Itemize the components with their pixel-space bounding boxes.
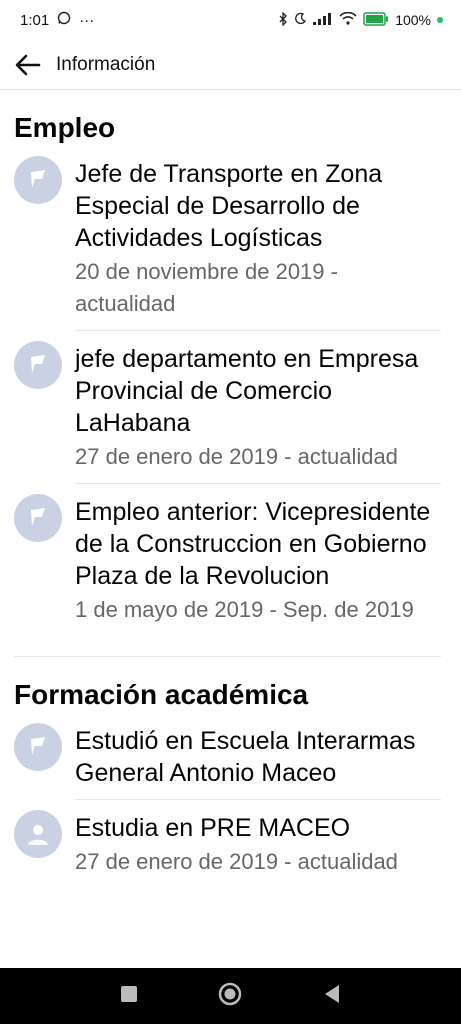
education-heading: Formación académica bbox=[14, 679, 309, 710]
more-notifications: ··· bbox=[79, 11, 95, 29]
square-icon bbox=[121, 985, 138, 1002]
employment-date: 20 de noviembre de 2019 - actualidad bbox=[75, 259, 338, 316]
recording-dot-icon bbox=[437, 17, 443, 23]
graduation-icon bbox=[14, 810, 62, 858]
employment-item[interactable]: Jefe de Transporte en Zona Especial de D… bbox=[14, 146, 461, 331]
flag-icon bbox=[14, 156, 62, 204]
employment-item[interactable]: jefe departamento en Empresa Provincial … bbox=[14, 331, 461, 484]
employment-title: Empleo anterior: Vicepresidente de la Co… bbox=[75, 498, 431, 590]
flag-icon bbox=[14, 494, 62, 542]
page-title: Información bbox=[56, 53, 156, 75]
employment-date: 1 de mayo de 2019 - Sep. de 2019 bbox=[75, 597, 414, 622]
recents-button[interactable] bbox=[120, 985, 138, 1008]
arrow-left-icon bbox=[15, 54, 41, 75]
education-item[interactable]: Estudió en Escuela Interarmas General An… bbox=[14, 713, 461, 800]
home-button[interactable] bbox=[218, 982, 242, 1011]
education-title: Estudia en PRE MACEO bbox=[75, 814, 351, 842]
moon-icon bbox=[294, 12, 307, 28]
back-nav-button[interactable] bbox=[323, 984, 341, 1009]
flag-icon bbox=[14, 723, 62, 771]
employment-title: jefe departamento en Empresa Provincial … bbox=[75, 345, 419, 437]
info-content: Empleo Jefe de Transporte en Zona Especi… bbox=[0, 90, 461, 968]
back-button[interactable] bbox=[0, 54, 56, 76]
wifi-icon bbox=[339, 11, 357, 28]
battery-level: 100% bbox=[395, 12, 431, 28]
triangle-back-icon bbox=[324, 984, 339, 1003]
employment-heading: Empleo bbox=[14, 112, 116, 143]
education-item[interactable]: Estudia en PRE MACEO 27 de enero de 2019… bbox=[14, 800, 461, 888]
clock: 1:01 bbox=[20, 11, 50, 29]
battery-icon bbox=[363, 11, 389, 29]
education-title: Estudió en Escuela Interarmas General An… bbox=[75, 727, 416, 787]
employment-title: Jefe de Transporte en Zona Especial de D… bbox=[75, 160, 383, 252]
education-date: 27 de enero de 2019 - actualidad bbox=[75, 849, 398, 874]
whatsapp-icon bbox=[57, 11, 71, 29]
flag-icon bbox=[14, 341, 62, 389]
system-nav-bar bbox=[0, 968, 461, 1024]
bluetooth-icon bbox=[278, 10, 288, 29]
status-bar: 1:01 ··· 100% bbox=[0, 0, 461, 40]
circle-icon bbox=[219, 982, 242, 1005]
signal-icon bbox=[313, 12, 333, 28]
page-header: Información bbox=[0, 40, 461, 90]
employment-item[interactable]: Empleo anterior: Vicepresidente de la Co… bbox=[14, 484, 461, 636]
employment-date: 27 de enero de 2019 - actualidad bbox=[75, 444, 398, 469]
